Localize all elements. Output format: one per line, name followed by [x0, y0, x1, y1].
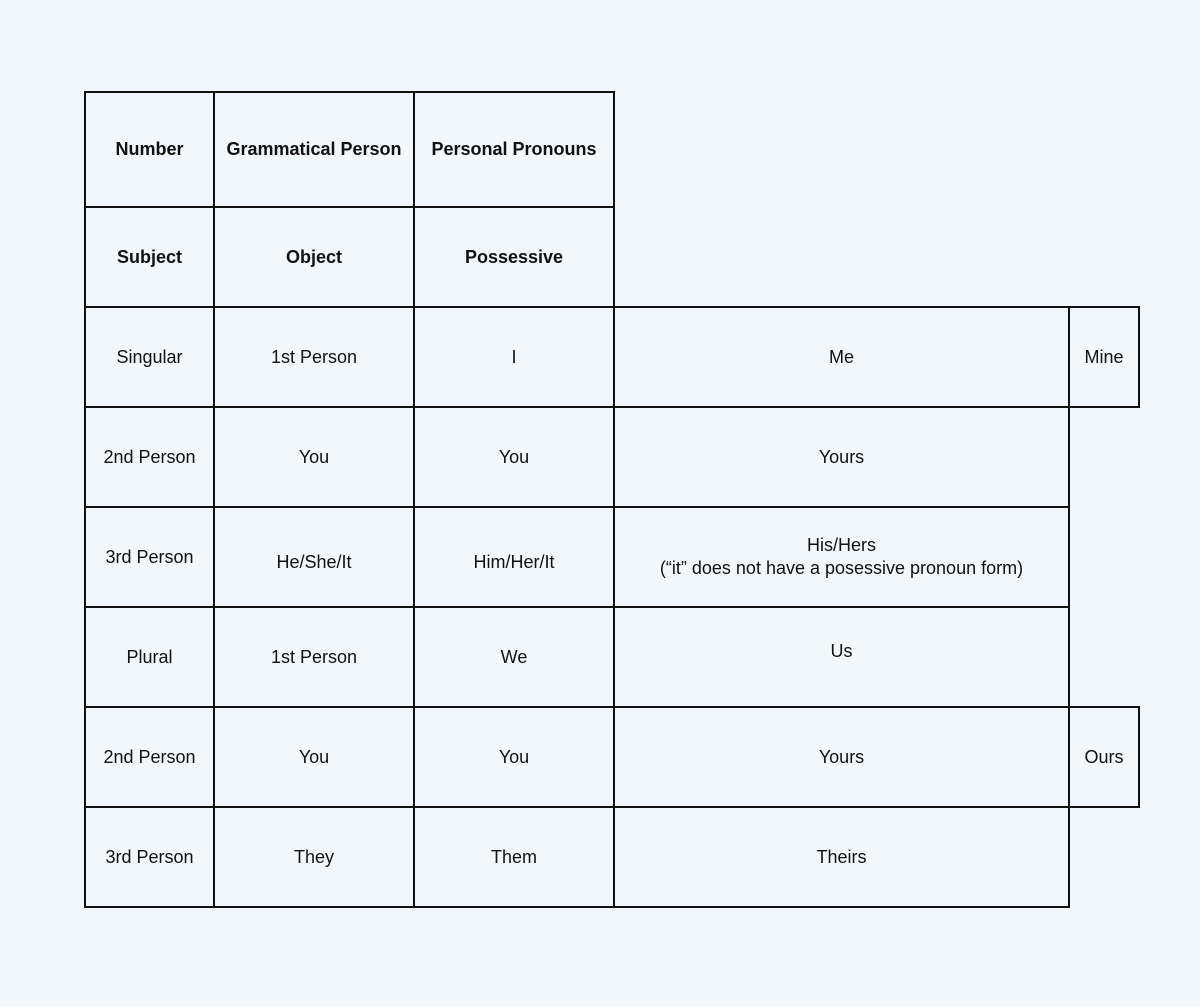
- header-object: Object: [213, 206, 415, 308]
- cell-text: You: [498, 446, 530, 467]
- cell-text: 2nd Person: [103, 746, 196, 767]
- cell-text: Singular: [116, 346, 183, 367]
- table-cell: 2nd Person: [84, 706, 215, 808]
- cell-text: Theirs: [816, 846, 867, 867]
- cell-text: He/She/It: [276, 551, 352, 572]
- cell-text-line-2: (“it” does not have a posessive pronoun …: [659, 558, 1024, 578]
- table-cell: You: [213, 406, 415, 508]
- cell-text: Plural: [126, 646, 173, 667]
- header-grammatical-person: Grammatical Person: [213, 91, 415, 208]
- table-cell: They: [213, 806, 415, 908]
- cell-text: 3rd Person: [105, 546, 194, 567]
- cell-text: 1st Person: [270, 346, 358, 367]
- table-cell: 3rd Person: [84, 506, 215, 608]
- table-cell: Me: [613, 306, 1070, 408]
- table-cell: I: [413, 306, 615, 408]
- table-cell: 1st Person: [213, 606, 415, 708]
- table-cell: Yours: [613, 706, 1070, 808]
- table-cell: Mine: [1068, 306, 1140, 408]
- header-grammatical-person-label: Grammatical Person: [226, 139, 402, 159]
- table-cell: 1st Person: [213, 306, 415, 408]
- cell-text: You: [298, 746, 330, 767]
- table-cell: Ours: [1068, 706, 1140, 808]
- cell-text: Yours: [818, 446, 865, 467]
- header-subject: Subject: [84, 206, 215, 308]
- table-cell: Us: [613, 606, 1070, 708]
- table-cell: 3rd Person: [84, 806, 215, 908]
- header-subject-label: Subject: [116, 246, 182, 267]
- table-cell: Theirs: [613, 806, 1070, 908]
- table-cell: You: [213, 706, 415, 808]
- cell-text: 1st Person: [270, 646, 358, 667]
- header-number-label: Number: [115, 139, 184, 159]
- cell-text: Him/Her/It: [473, 551, 555, 572]
- table-cell: You: [413, 706, 615, 808]
- table-cell: We: [413, 606, 615, 708]
- cell-text: You: [498, 746, 530, 767]
- table-cell: Them: [413, 806, 615, 908]
- cell-text: They: [293, 846, 335, 867]
- table-cell: His/Hers (“it” does not have a posessive…: [613, 506, 1070, 608]
- table-cell: Yours: [613, 406, 1070, 508]
- header-personal-pronouns-label: Personal Pronouns: [431, 139, 597, 159]
- header-possessive: Possessive: [413, 206, 615, 308]
- table-cell: Singular: [84, 306, 215, 408]
- cell-text: Mine: [1084, 346, 1124, 367]
- table-cell: Plural: [84, 606, 215, 708]
- header-possessive-label: Possessive: [464, 246, 564, 267]
- cell-text-line-1: His/Hers: [806, 535, 876, 555]
- cell-text: Yours: [818, 746, 865, 767]
- cell-text: Them: [490, 846, 537, 867]
- cell-text: Ours: [1084, 746, 1124, 767]
- table-cell: Him/Her/It: [413, 506, 615, 608]
- table-cell: He/She/It: [213, 506, 415, 608]
- header-object-label: Object: [285, 246, 342, 267]
- table-cell: You: [413, 406, 615, 508]
- cell-text: You: [298, 446, 330, 467]
- cell-text: 3rd Person: [105, 846, 194, 867]
- cell-text: Me: [828, 346, 854, 367]
- header-personal-pronouns: Personal Pronouns: [413, 91, 615, 208]
- cell-text: Us: [830, 640, 853, 661]
- header-number: Number: [84, 91, 215, 208]
- cell-text: We: [500, 646, 528, 667]
- cell-text: I: [511, 346, 517, 367]
- cell-text: 2nd Person: [103, 446, 196, 467]
- table-cell: 2nd Person: [84, 406, 215, 508]
